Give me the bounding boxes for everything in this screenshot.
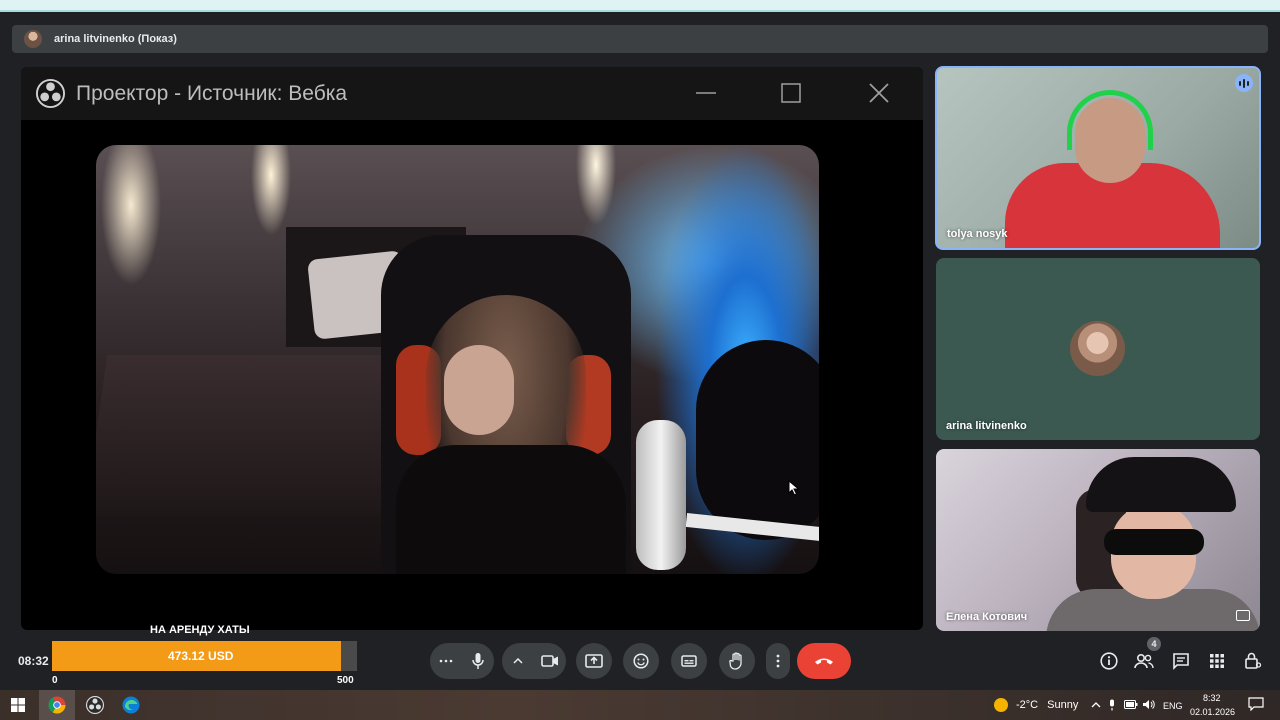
input-language[interactable]: ENG (1163, 701, 1183, 711)
tray-microphone-icon[interactable] (1108, 699, 1116, 711)
more-horizontal-icon (439, 659, 453, 663)
projector-window: Проектор - Источник: Вебка (21, 67, 923, 630)
emoji-icon (633, 653, 649, 669)
donation-goal-max: 500 (337, 675, 354, 686)
picture-in-picture-icon[interactable] (1236, 610, 1250, 621)
projector-title: Проектор - Источник: Вебка (76, 82, 348, 105)
captions-button[interactable] (671, 643, 707, 679)
headset-shape (1067, 90, 1153, 150)
obs-icon (86, 696, 104, 714)
people-icon (1134, 653, 1154, 669)
chat-icon (1173, 653, 1189, 670)
maximize-icon[interactable] (779, 81, 803, 105)
host-controls-button[interactable] (1241, 649, 1265, 673)
taskbar-chrome[interactable] (39, 690, 75, 720)
participant-tile-arina[interactable]: arina litvinenko (936, 258, 1260, 440)
webcam-feed (96, 145, 819, 574)
chrome-icon (48, 696, 66, 714)
battery-icon[interactable] (1124, 700, 1138, 709)
hang-up-icon (815, 658, 833, 665)
minimize-icon[interactable] (694, 81, 718, 105)
reactions-button[interactable] (623, 643, 659, 679)
info-icon (1100, 652, 1118, 670)
presenter-avatar (24, 30, 42, 48)
taskbar-obs[interactable] (83, 693, 107, 717)
grid-icon (1210, 654, 1224, 668)
donation-goal-label: НА АРЕНДУ ХАТЫ (150, 624, 250, 636)
participant-tile-elena[interactable]: Елена Котович (936, 449, 1260, 631)
weather-widget[interactable]: -2°C Sunny (994, 698, 1078, 712)
participant-name: Елена Котович (946, 611, 1028, 623)
presenter-banner: arina litvinenko (Показ) (12, 25, 1268, 53)
microphone-shape (636, 420, 686, 570)
chevron-up-icon[interactable] (1091, 701, 1101, 708)
notifications-icon[interactable] (1248, 697, 1264, 711)
chat-button[interactable] (1169, 649, 1193, 673)
sunglasses-shape (1104, 529, 1204, 555)
closed-captions-icon (681, 655, 697, 667)
weather-temperature: -2°C (1016, 699, 1039, 711)
browser-bookmarks-bar (0, 0, 1280, 12)
donation-goal-amount: 473.12 USD (168, 649, 234, 663)
video-camera-icon (541, 655, 558, 667)
more-options-button[interactable] (766, 643, 790, 679)
start-button[interactable] (6, 693, 30, 717)
windows-taskbar (0, 690, 1280, 720)
raise-hand-icon (729, 652, 742, 670)
clock-time[interactable]: 8:32 (1203, 693, 1221, 703)
donation-goal-bar: 473.12 USD (52, 641, 357, 671)
present-screen-button[interactable] (576, 643, 612, 679)
volume-icon[interactable] (1142, 699, 1155, 710)
more-vertical-icon (776, 654, 780, 668)
present-screen-icon (585, 654, 603, 668)
windows-logo-icon (11, 698, 25, 712)
chevron-up-icon (513, 658, 523, 664)
meeting-details-button[interactable] (1097, 649, 1121, 673)
edge-icon (122, 696, 140, 714)
close-icon[interactable] (867, 81, 891, 105)
browser-bookmarks-strip (0, 0, 1280, 10)
presenter-name: arina litvinenko (Показ) (54, 33, 177, 45)
people-count-badge: 4 (1147, 637, 1161, 651)
projector-titlebar: Проектор - Источник: Вебка (21, 67, 923, 120)
avatar (1070, 321, 1125, 376)
taskbar-edge[interactable] (119, 693, 143, 717)
speaking-indicator-icon (1235, 74, 1253, 92)
streamer-face (444, 345, 514, 435)
participant-tile-tolya[interactable]: tolya nosyk (935, 66, 1261, 250)
participant-name: tolya nosyk (947, 228, 1008, 240)
sun-icon (994, 698, 1008, 712)
audio-options-button[interactable] (430, 643, 462, 679)
microphone-icon (472, 653, 484, 669)
mouse-cursor-icon (788, 480, 800, 496)
dark-object-shape (696, 340, 819, 540)
streamer-body (396, 445, 626, 574)
people-button[interactable] (1132, 649, 1156, 673)
leave-call-button[interactable] (797, 643, 851, 679)
activities-button[interactable] (1205, 649, 1229, 673)
cap-shape (1086, 457, 1236, 512)
clock-date[interactable]: 02.01.2026 (1190, 707, 1235, 717)
donation-goal-min: 0 (52, 675, 58, 686)
lock-person-icon (1245, 652, 1262, 669)
raise-hand-button[interactable] (719, 643, 755, 679)
obs-logo-icon (35, 78, 66, 109)
meeting-time: 08:32 (18, 654, 49, 668)
weather-condition: Sunny (1047, 699, 1079, 711)
camera-options-button[interactable] (502, 643, 534, 679)
participant-name: arina litvinenko (946, 420, 1027, 432)
